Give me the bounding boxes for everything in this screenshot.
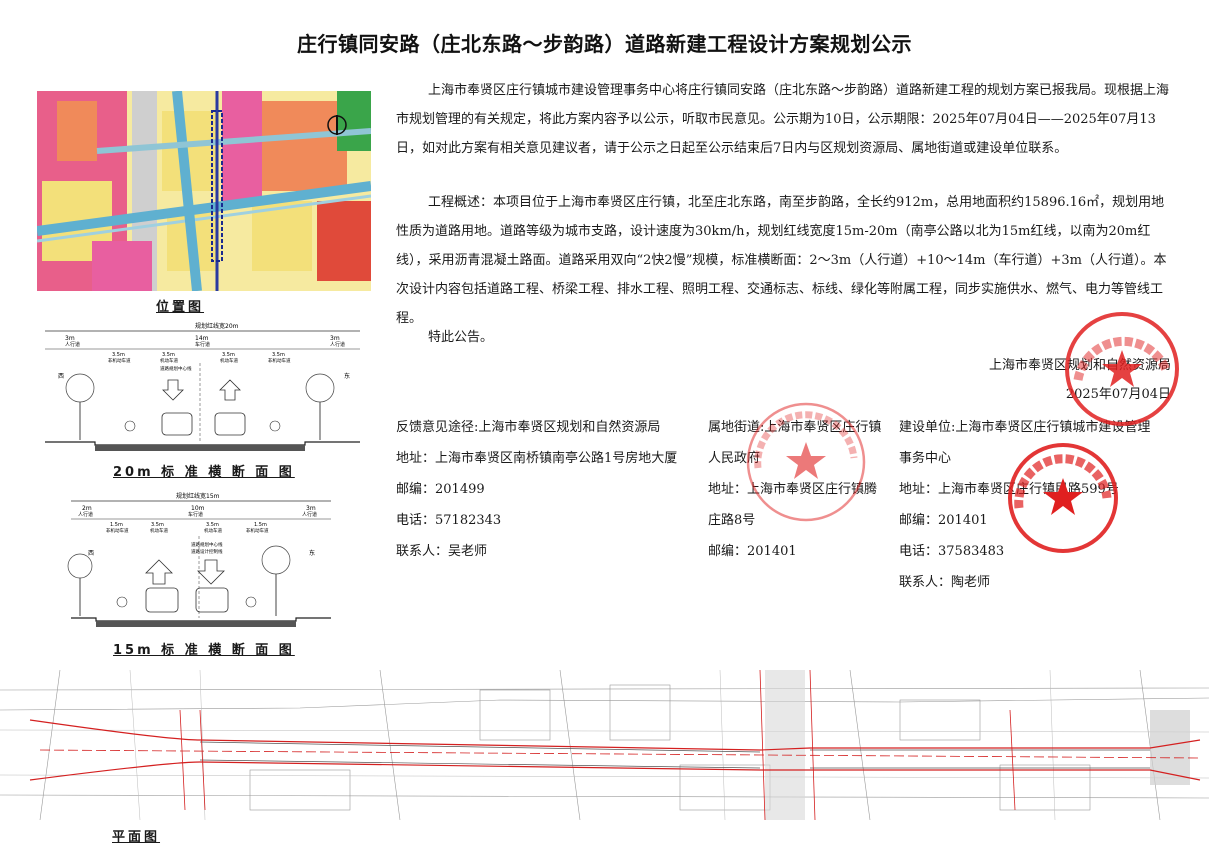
street-postcode: 邮编：201401 xyxy=(708,544,797,559)
s15-west: 西 xyxy=(88,550,94,557)
s15-carriage: 车行道 xyxy=(188,511,203,518)
s15-w10: 10m xyxy=(191,505,205,512)
s20-motor-1: 机动车道 xyxy=(160,357,178,364)
s15-total: 规划红线宽15m xyxy=(176,492,220,500)
s20-w3-left: 3m xyxy=(65,335,75,342)
s15-w35-2: 3.5m xyxy=(206,522,219,528)
s20-w35-4: 3.5m xyxy=(272,352,285,358)
s20-east: 东 xyxy=(344,372,350,380)
s15-east: 东 xyxy=(309,549,315,557)
feedback-phone: 电话：57182343 xyxy=(396,513,502,528)
page-title: 庄行镇同安路（庄北东路～步韵路）道路新建工程设计方案规划公示 xyxy=(297,32,912,56)
s20-w35-3: 3.5m xyxy=(222,352,235,358)
s20-w3-right: 3m xyxy=(330,335,340,342)
feedback-postcode: 邮编：201499 xyxy=(396,482,485,497)
feedback-contact: 反馈意见途径:上海市奉贤区规划和自然资源局 地址：上海市奉贤区南桥镇南亭公路1号… xyxy=(396,412,696,567)
s20-west: 西 xyxy=(58,373,64,380)
feedback-person: 联系人：吴老师 xyxy=(396,544,488,559)
s15-nonmotor-1: 非机动车道 xyxy=(106,527,129,534)
s20-centerline: 道路规划中心线 xyxy=(160,365,192,372)
s15-w35-1: 3.5m xyxy=(151,522,164,528)
notice-paragraph-1: 上海市奉贤区庄行镇城市建设管理事务中心将庄行镇同安路（庄北东路～步韵路）道路新建… xyxy=(396,83,1170,156)
s20-motor-2: 机动车道 xyxy=(220,357,238,364)
s15-centerline: 道路规划中心线 xyxy=(191,541,223,548)
s20-total: 规划红线宽20m xyxy=(195,322,239,330)
section-15m-diagram: 规划红线宽15m 2m 10m 3m 人行道 车行道 人行道 1.5m 3.5m… xyxy=(67,492,331,627)
section-20m-caption: 20m 标 准 横 断 面 图 xyxy=(113,465,295,480)
plan-view-drawing xyxy=(0,670,1209,820)
s15-w15-1: 1.5m xyxy=(110,522,123,528)
s20-sidewalk-left: 人行道 xyxy=(65,341,80,348)
s15-designline: 道路设计控制线 xyxy=(191,548,223,555)
s20-nonmotor-2: 非机动车道 xyxy=(268,357,291,364)
s15-motor-1: 机动车道 xyxy=(150,527,168,534)
s20-w14: 14m xyxy=(195,335,209,342)
location-caption: 位置图 xyxy=(156,300,205,315)
section-15m-caption: 15m 标 准 横 断 面 图 xyxy=(113,643,295,658)
s20-w35-1: 3.5m xyxy=(112,352,125,358)
s15-w3: 3m xyxy=(306,505,316,512)
s15-motor-2: 机动车道 xyxy=(204,527,222,534)
town-government-seal xyxy=(746,402,866,522)
notice-closing: 特此公告。 xyxy=(428,330,494,345)
location-map xyxy=(37,91,371,291)
s15-w2: 2m xyxy=(82,505,92,512)
feedback-channel: 反馈意见途径:上海市奉贤区规划和自然资源局 xyxy=(396,420,661,435)
s20-sidewalk-right: 人行道 xyxy=(330,341,345,348)
s20-nonmotor-1: 非机动车道 xyxy=(108,357,131,364)
bureau-seal xyxy=(1065,312,1179,426)
builder-seal xyxy=(1008,443,1118,553)
s15-sidewalk-right: 人行道 xyxy=(302,511,317,518)
builder-person: 联系人：陶老师 xyxy=(899,575,991,590)
s15-nonmotor-2: 非机动车道 xyxy=(246,527,269,534)
feedback-address: 地址：上海市奉贤区南桥镇南亭公路1号房地大厦 xyxy=(396,451,678,466)
notice-paragraph-2: 工程概述：本项目位于上海市奉贤区庄行镇，北至庄北东路，南至步韵路，全长约912m… xyxy=(396,195,1167,326)
s20-carriage: 车行道 xyxy=(195,341,210,348)
section-20m-diagram: 规划红线宽20m 3m 14m 3m 人行道 车行道 人行道 3.5m 3.5m… xyxy=(45,322,360,451)
s15-w15-2: 1.5m xyxy=(254,522,267,528)
s15-sidewalk-left: 人行道 xyxy=(78,511,93,518)
plan-caption: 平面图 xyxy=(112,830,161,845)
s20-w35-2: 3.5m xyxy=(162,352,175,358)
